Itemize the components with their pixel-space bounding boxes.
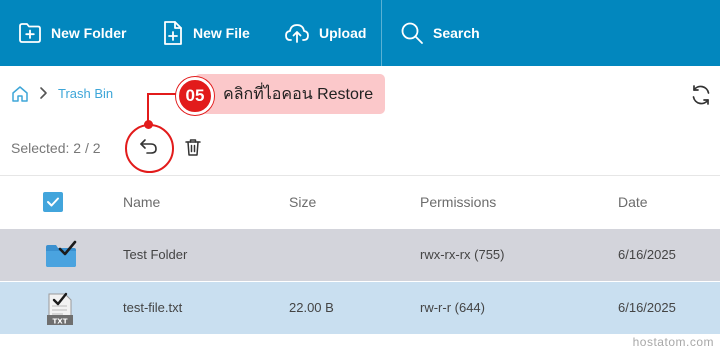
- toolbar: New Folder New File Upload Search: [0, 0, 720, 66]
- delete-button[interactable]: [182, 136, 204, 162]
- upload-button[interactable]: Upload: [284, 0, 366, 66]
- svg-text:TXT: TXT: [53, 318, 68, 326]
- restore-highlight-circle: [125, 124, 174, 173]
- new-folder-icon: [18, 22, 42, 44]
- column-header-size[interactable]: Size: [289, 194, 316, 210]
- table-row[interactable]: Test Folder rwx-rx-rx (755) 6/16/2025: [0, 229, 720, 281]
- new-file-label: New File: [193, 25, 250, 41]
- new-file-icon: [162, 20, 184, 46]
- annotation-callout: คลิกที่ไอคอน Restore: [195, 74, 385, 114]
- refresh-icon[interactable]: [690, 84, 712, 111]
- annotation-text: คลิกที่ไอคอน Restore: [223, 85, 374, 103]
- column-header-name[interactable]: Name: [123, 194, 160, 210]
- row-date: 6/16/2025: [618, 247, 676, 262]
- search-label: Search: [433, 25, 480, 41]
- breadcrumb-trash-bin[interactable]: Trash Bin: [58, 86, 113, 101]
- row-permissions: rw-r-r (644): [420, 300, 485, 315]
- upload-label: Upload: [319, 25, 367, 41]
- row-permissions: rwx-rx-rx (755): [420, 247, 505, 262]
- table-row[interactable]: TXT test-file.txt 22.00 B rw-r-r (644) 6…: [0, 282, 720, 334]
- chevron-right-icon: [38, 86, 48, 105]
- search-button[interactable]: Search: [400, 0, 480, 66]
- folder-check-icon: [45, 239, 77, 274]
- select-all-checkbox[interactable]: [43, 192, 63, 212]
- toolbar-divider: [381, 0, 382, 66]
- table-header: Name Size Permissions Date: [0, 176, 720, 229]
- new-file-button[interactable]: New File: [162, 0, 250, 66]
- new-folder-label: New Folder: [51, 25, 127, 41]
- search-icon: [400, 21, 424, 45]
- row-name: Test Folder: [123, 247, 188, 262]
- column-header-date[interactable]: Date: [618, 194, 648, 210]
- row-size: 22.00 B: [289, 300, 334, 315]
- selected-count: Selected: 2 / 2: [11, 140, 101, 156]
- row-name: test-file.txt: [123, 300, 183, 315]
- step-badge: 05: [176, 77, 214, 115]
- txt-file-check-icon: TXT: [45, 292, 77, 331]
- cloud-upload-icon: [284, 22, 310, 44]
- new-folder-button[interactable]: New Folder: [18, 0, 126, 66]
- annotation-connector: [147, 93, 149, 123]
- row-date: 6/16/2025: [618, 300, 676, 315]
- annotation-dot: [144, 120, 153, 129]
- column-header-permissions[interactable]: Permissions: [420, 194, 496, 210]
- trash-icon: [185, 138, 201, 161]
- home-icon[interactable]: [11, 85, 29, 108]
- watermark: hostatom.com: [632, 335, 714, 349]
